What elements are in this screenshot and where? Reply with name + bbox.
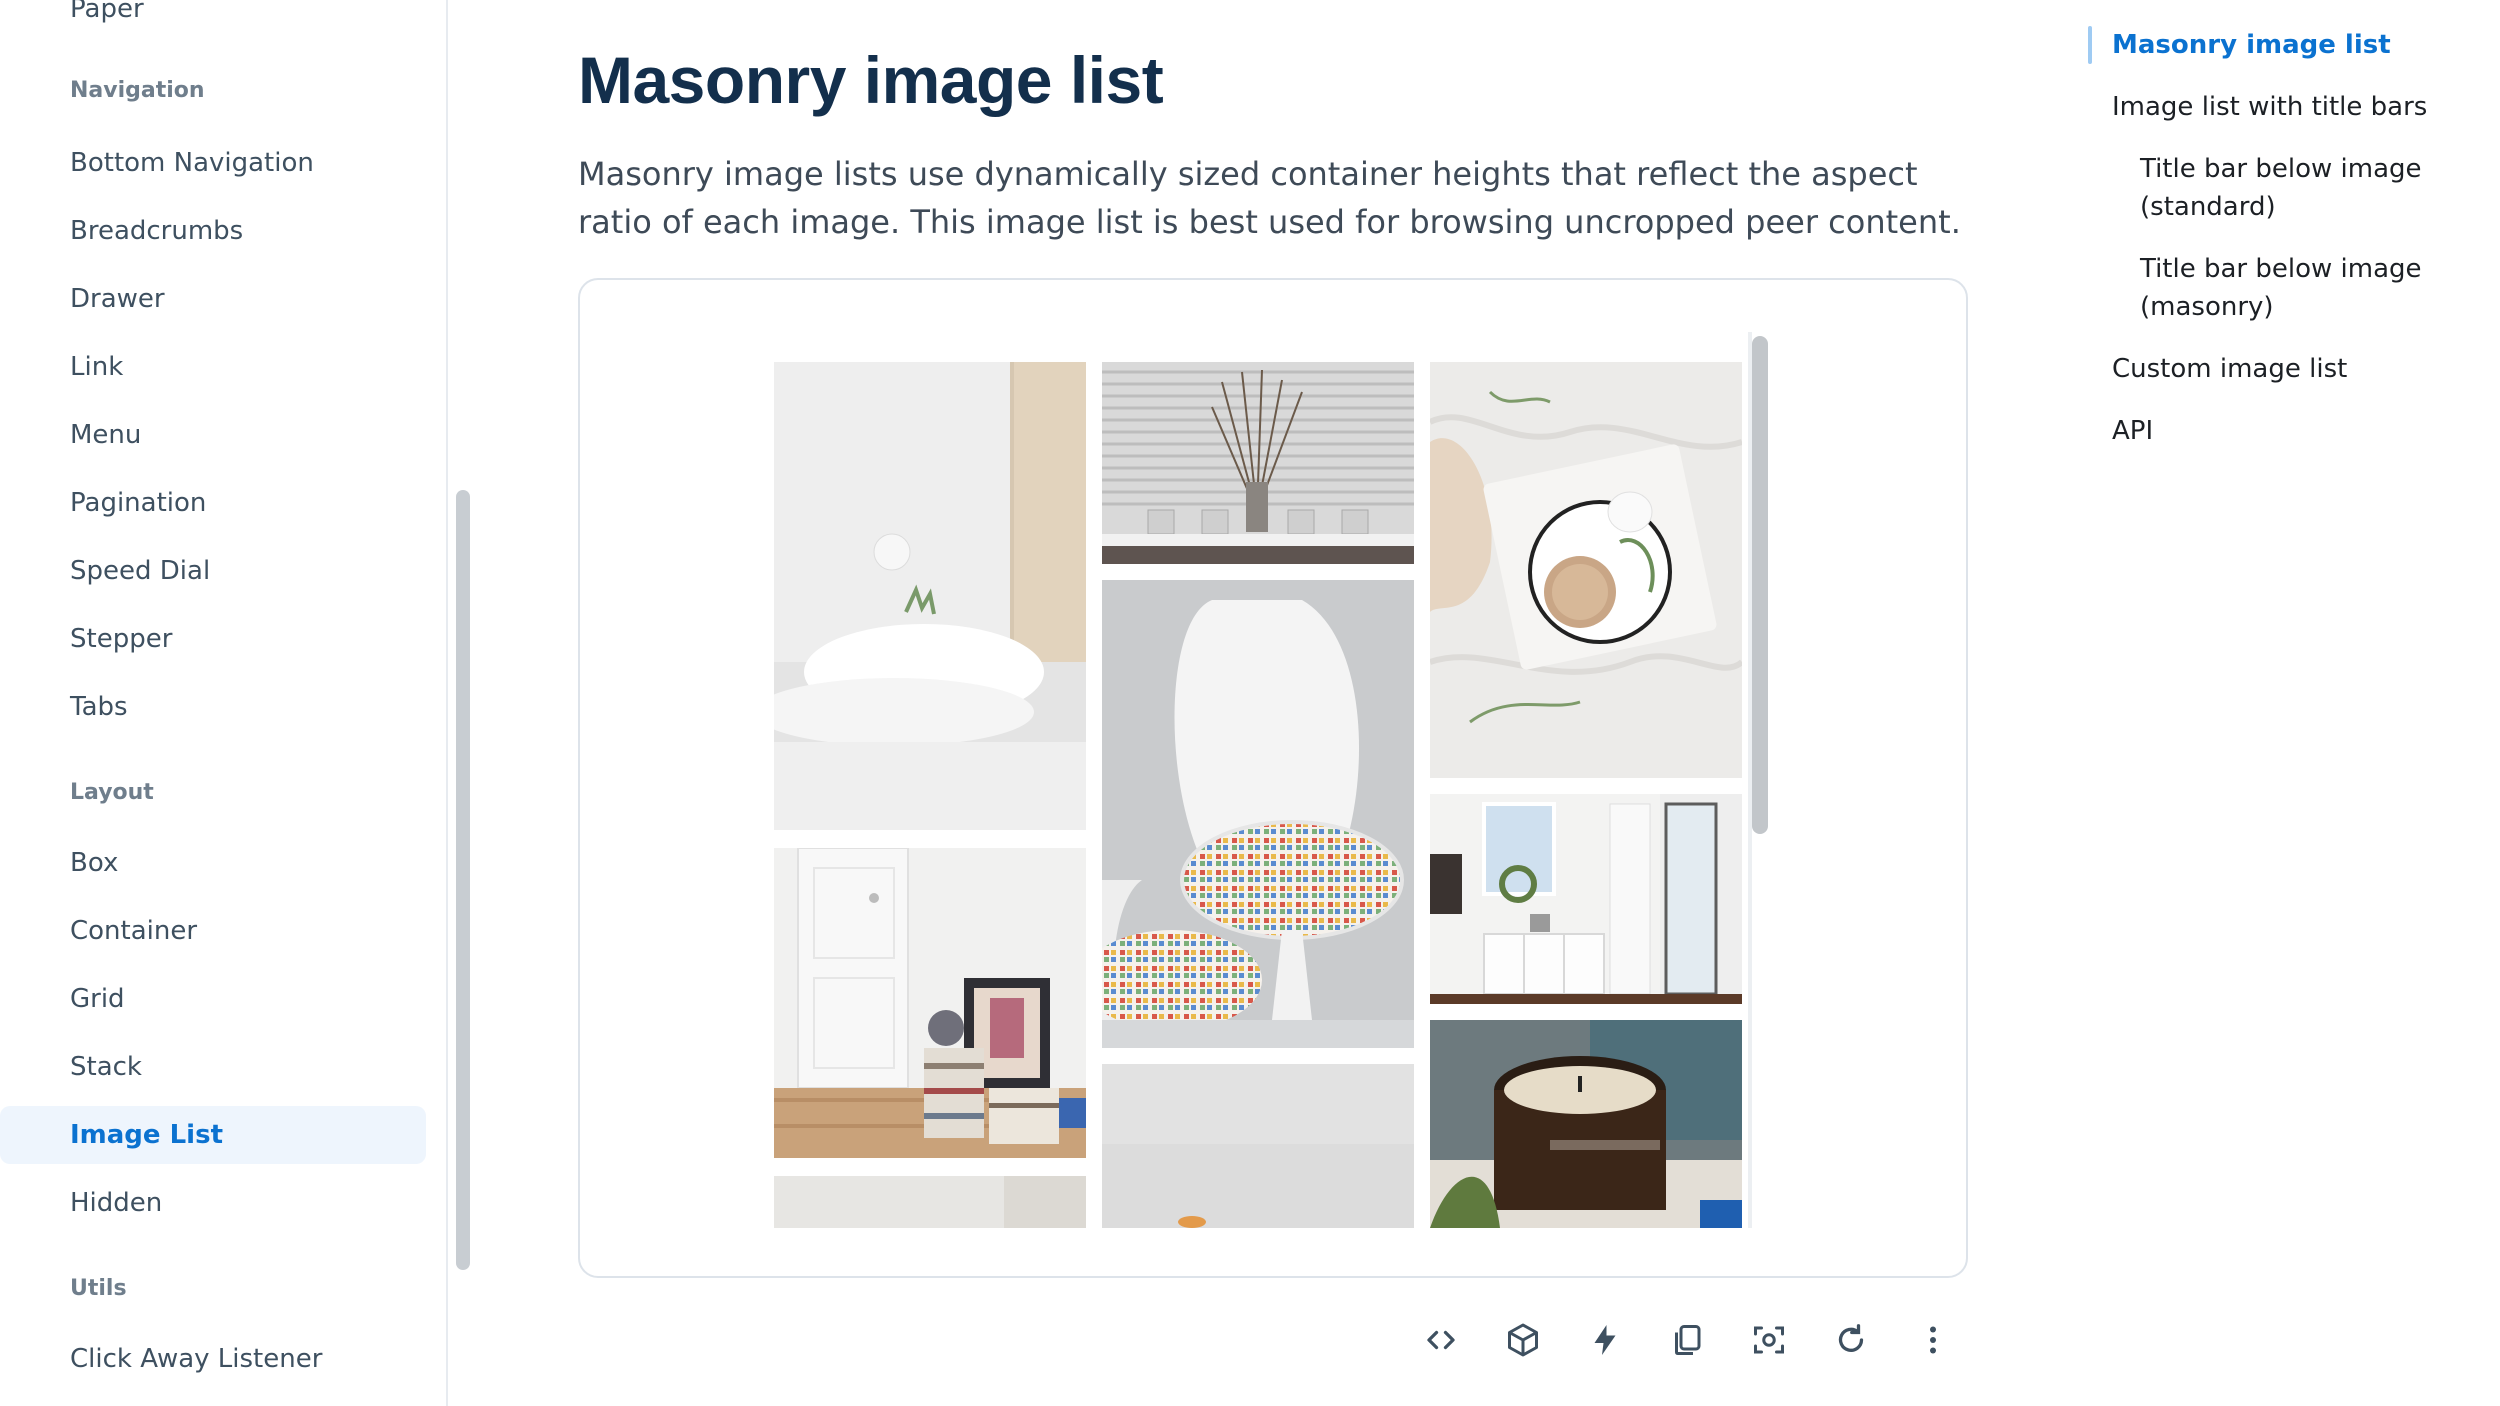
sidebar-item-tabs[interactable]: Tabs bbox=[0, 678, 426, 736]
sidebar-item-grid[interactable]: Grid bbox=[0, 970, 426, 1028]
bed-pillow-image bbox=[774, 362, 1086, 830]
page-title: Masonry image list bbox=[578, 43, 1164, 117]
copy-icon[interactable] bbox=[1646, 1310, 1728, 1370]
light-wall-image bbox=[774, 1176, 1086, 1228]
vase-branches-image bbox=[1102, 362, 1414, 564]
refresh-icon[interactable] bbox=[1810, 1310, 1892, 1370]
demo-card bbox=[578, 278, 1968, 1278]
coffee-cup-bed-image bbox=[1430, 362, 1742, 778]
sidebar-item-pagination[interactable]: Pagination bbox=[0, 474, 426, 532]
sidebar: Paper Navigation Bottom Navigation Bread… bbox=[0, 0, 448, 1406]
grey-wall-image bbox=[1102, 1064, 1414, 1228]
focus-icon[interactable] bbox=[1728, 1310, 1810, 1370]
white-chair-image bbox=[1102, 580, 1414, 1048]
bolt-icon[interactable] bbox=[1564, 1310, 1646, 1370]
sidebar-item-container[interactable]: Container bbox=[0, 902, 426, 960]
books-door-image bbox=[774, 848, 1086, 1158]
toc-item-image-list-with-title-bars[interactable]: Image list with title bars bbox=[2112, 88, 2427, 126]
toc-item-title-bar-below-image-standard[interactable]: Title bar below image (standard) bbox=[2140, 150, 2440, 226]
demo-toolbar bbox=[1400, 1310, 1974, 1370]
sidebar-item-bottom-navigation[interactable]: Bottom Navigation bbox=[0, 134, 426, 192]
toc-item-api[interactable]: API bbox=[2112, 412, 2153, 450]
sidebar-item-breadcrumbs[interactable]: Breadcrumbs bbox=[0, 202, 426, 260]
toc-active-indicator bbox=[2088, 26, 2092, 64]
sidebar-item-box[interactable]: Box bbox=[0, 834, 426, 892]
page-description: Masonry image lists use dynamically size… bbox=[578, 155, 1961, 241]
nav-heading-navigation: Navigation bbox=[70, 78, 205, 103]
toc-item-custom-image-list[interactable]: Custom image list bbox=[2112, 350, 2347, 388]
sidebar-item-hidden[interactable]: Hidden bbox=[0, 1174, 426, 1232]
sidebar-item-paper[interactable]: Paper bbox=[0, 0, 426, 38]
mudroom-shelf-image bbox=[1430, 794, 1742, 1004]
more-vertical-icon[interactable] bbox=[1892, 1310, 1974, 1370]
sidebar-item-stack[interactable]: Stack bbox=[0, 1038, 426, 1096]
sidebar-item-menu[interactable]: Menu bbox=[0, 406, 426, 464]
sidebar-scrollbar[interactable] bbox=[456, 490, 470, 1270]
sidebar-item-drawer[interactable]: Drawer bbox=[0, 270, 426, 328]
sidebar-item-click-away-listener[interactable]: Click Away Listener bbox=[0, 1330, 426, 1388]
masonry-image-list[interactable] bbox=[774, 362, 1774, 1228]
candle-jar-image bbox=[1430, 1020, 1742, 1228]
sidebar-item-speed-dial[interactable]: Speed Dial bbox=[0, 542, 426, 600]
sidebar-item-link[interactable]: Link bbox=[0, 338, 426, 396]
code-icon[interactable] bbox=[1400, 1310, 1482, 1370]
sidebar-item-image-list[interactable]: Image List bbox=[0, 1106, 426, 1164]
toc-item-title-bar-below-image-masonry[interactable]: Title bar below image (masonry) bbox=[2140, 250, 2440, 326]
cube-icon[interactable] bbox=[1482, 1310, 1564, 1370]
nav-heading-layout: Layout bbox=[70, 780, 154, 805]
toc-item-masonry-image-list[interactable]: Masonry image list bbox=[2112, 26, 2391, 64]
nav-heading-utils: Utils bbox=[70, 1276, 127, 1301]
sidebar-item-stepper[interactable]: Stepper bbox=[0, 610, 426, 668]
image-list-scrollbar-thumb[interactable] bbox=[1752, 336, 1768, 834]
